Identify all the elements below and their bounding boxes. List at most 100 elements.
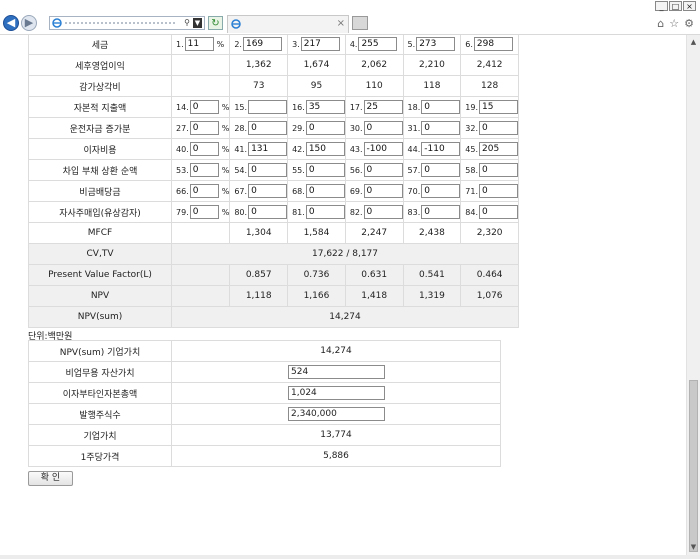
field-index: 67.	[234, 186, 248, 196]
summary-input[interactable]: 1,024	[288, 386, 385, 400]
table-row: 자사주매입(유상감자) 79. 0% 80. 0 81. 0 82. 0 83. 0 84. 0	[28, 201, 520, 223]
value-input[interactable]: 0	[479, 184, 518, 198]
close-window-button[interactable]: ×	[683, 1, 696, 11]
value-input[interactable]: 273	[416, 37, 456, 51]
table-cell: 2,247	[344, 222, 404, 244]
ie-tab-icon	[231, 19, 241, 29]
value-input[interactable]: 0	[248, 163, 287, 177]
home-icon[interactable]: ⌂	[657, 17, 664, 30]
value-input[interactable]: -110	[421, 142, 460, 156]
value-input[interactable]: 11	[184, 37, 214, 51]
value-input[interactable]: 0	[363, 205, 403, 219]
value-input[interactable]: 0	[363, 163, 403, 177]
table-cell: 1,076	[460, 285, 520, 307]
input-cell: 15.	[231, 100, 287, 114]
value-input[interactable]: 0	[363, 121, 403, 135]
scrollbar-thumb[interactable]	[689, 380, 698, 552]
confirm-button[interactable]: 확 인	[28, 471, 73, 486]
table-row: 자본적 지출액 14. 0% 15. 16. 35 17. 25 18. 0 19. 15	[28, 96, 520, 118]
summary-input[interactable]: 2,340,000	[288, 407, 385, 421]
summary-label: 기업가치	[28, 424, 172, 446]
field-index: 29.	[292, 123, 305, 133]
value-input[interactable]: 255	[358, 37, 398, 51]
value-input[interactable]: 217	[300, 37, 340, 51]
value-input[interactable]: 0	[305, 184, 345, 198]
percent-sign: %	[221, 123, 230, 133]
value-input[interactable]: 0	[363, 184, 403, 198]
table-cell: 28. 0	[229, 117, 289, 139]
forward-button[interactable]: ▶	[21, 15, 37, 31]
value-input[interactable]: -100	[363, 142, 403, 156]
new-tab-button[interactable]	[352, 16, 368, 30]
minimize-button[interactable]: _	[655, 1, 668, 11]
tab-close-icon[interactable]: ×	[337, 18, 345, 29]
field-index: 57.	[407, 165, 421, 175]
back-button[interactable]: ◀	[3, 15, 19, 31]
scroll-up-icon[interactable]: ▲	[689, 38, 698, 47]
settings-gear-icon[interactable]: ⚙	[684, 17, 694, 30]
input-cell: 16. 35	[289, 100, 345, 114]
row-label: 자사주매입(유상감자)	[28, 201, 172, 223]
percent-sign: %	[221, 186, 230, 196]
summary-row: 기업가치 13,774	[28, 424, 501, 446]
field-index: 40.	[176, 144, 189, 154]
summary-row: NPV(sum) 기업가치 14,274	[28, 340, 501, 362]
value-input[interactable]: 150	[305, 142, 345, 156]
value-input[interactable]: 0	[189, 142, 219, 156]
table-cell: 95	[287, 75, 346, 97]
input-cell: 17. 25	[346, 100, 403, 114]
value-input[interactable]: 0	[189, 184, 219, 198]
input-cell: 40. 0%	[173, 142, 229, 156]
value-input[interactable]: 0	[421, 121, 460, 135]
value-input[interactable]: 0	[189, 121, 219, 135]
value-input[interactable]: 205	[479, 142, 518, 156]
input-cell: 84. 0	[462, 205, 518, 219]
summary-row: 발행주식수 2,340,000	[28, 403, 501, 425]
table-cell: 15.	[229, 96, 289, 118]
value-input[interactable]: 0	[479, 205, 518, 219]
vertical-scrollbar[interactable]: ▲ ▼	[686, 35, 700, 555]
value-input[interactable]: 0	[189, 205, 219, 219]
value-input[interactable]: 15	[479, 100, 518, 114]
favorites-star-icon[interactable]: ☆	[669, 17, 679, 30]
value-input[interactable]: 25	[363, 100, 403, 114]
search-icon[interactable]: ⚲	[184, 17, 190, 29]
value-input[interactable]: 0	[479, 121, 518, 135]
value-input[interactable]: 0	[421, 100, 460, 114]
value-input[interactable]: 131	[248, 142, 287, 156]
summary-input[interactable]: 524	[288, 365, 385, 379]
value-input[interactable]: 0	[305, 121, 345, 135]
address-bar[interactable]: ⚲ ▼	[49, 16, 205, 30]
refresh-button[interactable]: ↻	[208, 16, 223, 30]
value-input[interactable]: 0	[421, 184, 460, 198]
scroll-down-icon[interactable]: ▼	[689, 543, 698, 552]
table-cell: 45. 205	[460, 138, 520, 160]
value-input[interactable]: 35	[305, 100, 345, 114]
table-cell: 73	[229, 75, 289, 97]
browser-tab[interactable]: ×	[227, 15, 349, 33]
value-input[interactable]: 0	[421, 205, 460, 219]
table-cell	[170, 75, 231, 97]
value-input[interactable]: 0	[305, 163, 345, 177]
percent-sign: %	[216, 39, 225, 49]
value-input[interactable]: 0	[248, 184, 287, 198]
input-cell: 66. 0%	[173, 184, 230, 198]
input-cell: 27. 0%	[173, 121, 230, 135]
value-input[interactable]: 169	[242, 37, 282, 51]
maximize-button[interactable]: □	[669, 1, 682, 11]
value-input[interactable]: 0	[305, 205, 345, 219]
value-input[interactable]: 0	[421, 163, 460, 177]
address-dropdown-icon[interactable]: ▼	[193, 18, 202, 28]
value-input[interactable]	[248, 100, 287, 114]
input-cell: 71. 0	[462, 184, 518, 198]
value-input[interactable]: 0	[248, 205, 287, 219]
row-label: CV,TV	[28, 243, 172, 265]
value-input[interactable]: 0	[189, 100, 219, 114]
value-input[interactable]: 0	[248, 121, 287, 135]
value-input[interactable]: 298	[473, 37, 513, 51]
value-input[interactable]: 0	[479, 163, 518, 177]
table-cell: 54. 0	[229, 159, 289, 181]
input-cell: 18. 0	[404, 100, 460, 114]
summary-label: 1주당가격	[28, 445, 172, 467]
value-input[interactable]: 0	[189, 163, 219, 177]
